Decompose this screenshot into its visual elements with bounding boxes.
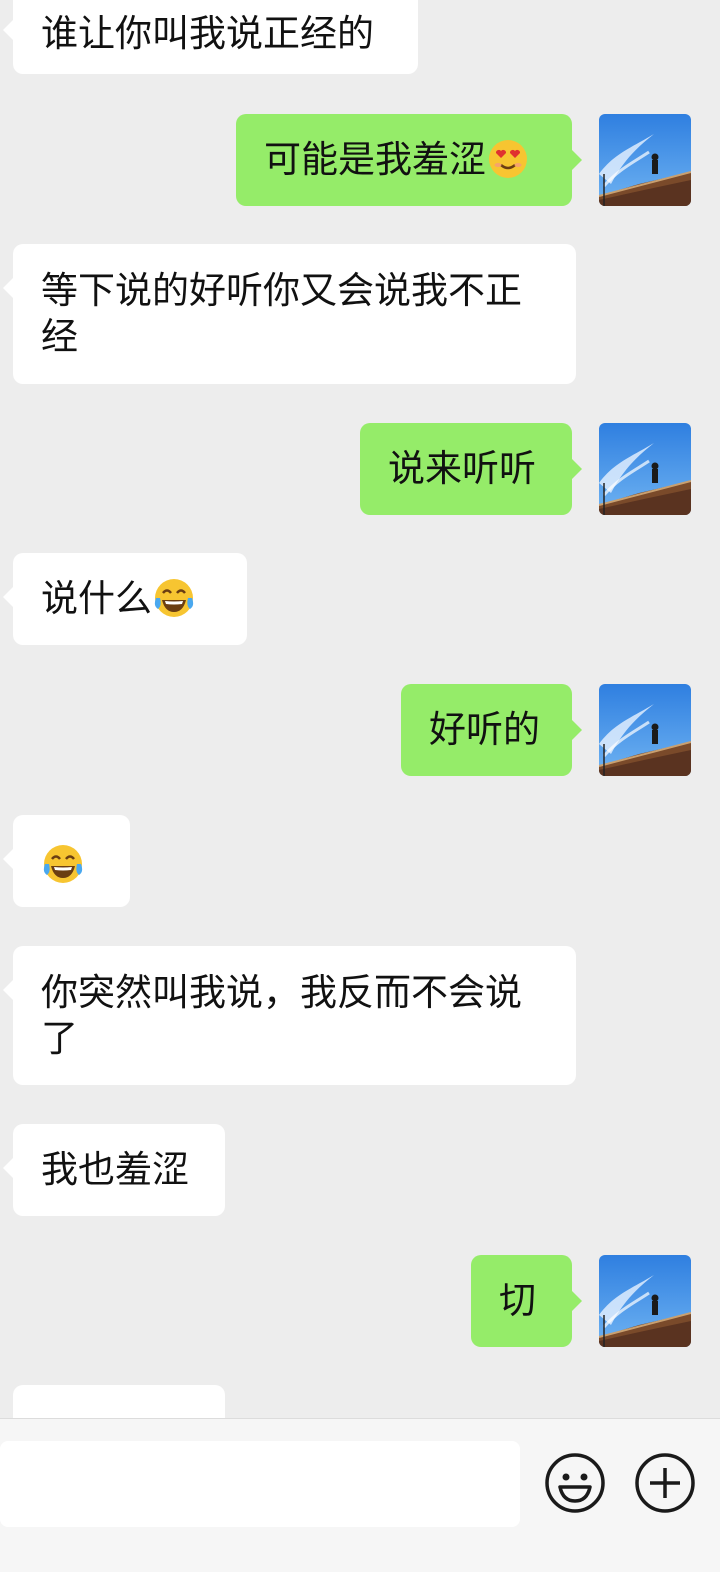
- message-text: 切: [499, 1279, 536, 1322]
- outgoing-message[interactable]: 好听的: [401, 684, 582, 776]
- input-bar: [0, 1418, 720, 1572]
- incoming-message[interactable]: [3, 815, 130, 907]
- outgoing-message[interactable]: 可能是我羞涩: [236, 114, 582, 206]
- message-input[interactable]: [0, 1441, 520, 1527]
- my-avatar[interactable]: [599, 684, 691, 776]
- message-text: 说来听听: [388, 447, 536, 490]
- smiley-icon[interactable]: [543, 1451, 607, 1515]
- message-text: 说什么: [41, 577, 152, 620]
- message-text: 我也羞涩: [41, 1148, 189, 1191]
- incoming-message[interactable]: 说什么: [3, 553, 247, 645]
- message-text: 可能是我羞涩: [264, 138, 486, 181]
- my-avatar[interactable]: [599, 1255, 691, 1347]
- plus-circle-icon[interactable]: [633, 1451, 697, 1515]
- incoming-message[interactable]: 你突然叫我说，我反而不会说了: [3, 946, 576, 1085]
- incoming-message[interactable]: 谁让你叫我说正经的: [3, 0, 418, 74]
- avatar-image-icon: [599, 1255, 691, 1347]
- incoming-message[interactable]: 我也羞涩: [3, 1124, 225, 1216]
- tears-of-joy-emoji-icon: [41, 842, 85, 886]
- message-text: 你突然叫我说，我反而不会说了: [41, 971, 522, 1060]
- outgoing-message[interactable]: 说来听听: [360, 423, 582, 515]
- incoming-message[interactable]: 等下说的好听你又会说我不正经: [3, 244, 576, 384]
- outgoing-message[interactable]: 切: [471, 1255, 582, 1347]
- message-text: 谁让你叫我说正经的: [41, 12, 374, 55]
- avatar-image-icon: [599, 423, 691, 515]
- my-avatar[interactable]: [599, 423, 691, 515]
- message-text: 等下说的好听你又会说我不正经: [41, 269, 522, 358]
- avatar-image-icon: [599, 684, 691, 776]
- chat-screen: 谁让你叫我说正经的 可能是我羞涩 等下说的好听你又会说我不正经 说来听听 说什么…: [0, 0, 720, 1572]
- tears-of-joy-emoji-icon: [152, 576, 196, 620]
- heart-eyes-emoji-icon: [486, 137, 530, 181]
- message-text: 好听的: [429, 708, 540, 751]
- avatar-image-icon: [599, 114, 691, 206]
- my-avatar[interactable]: [599, 114, 691, 206]
